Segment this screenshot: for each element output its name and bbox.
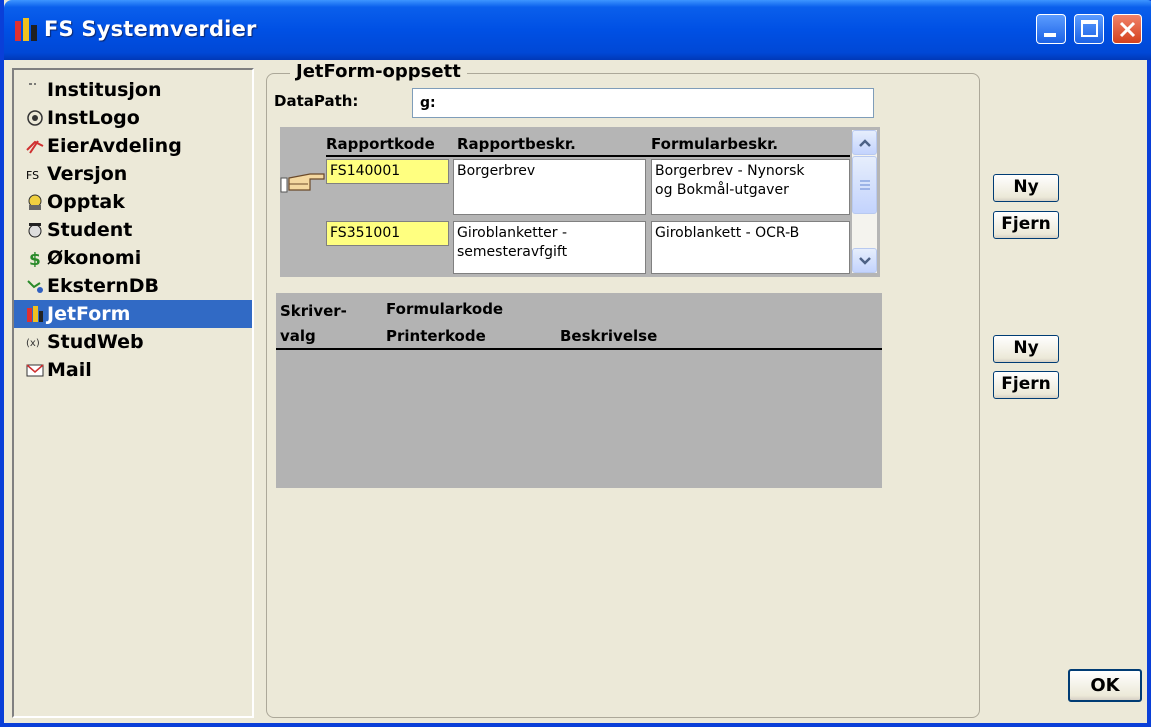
header-formularkode: Formularkode [386,300,504,318]
datapath-value: g: [420,95,436,111]
nav-item-instlogo[interactable]: InstLogo [14,104,252,132]
maximize-button[interactable] [1074,14,1104,44]
svg-text:$: $ [29,250,41,267]
row2-form-line1: Giroblankett - OCR-B [655,225,800,241]
header-formularbeskr: Formularbeskr. [651,135,779,153]
nav-item-studweb[interactable]: (x) StudWeb [14,328,252,356]
nav-label: Mail [47,359,92,381]
maximize-icon [1081,20,1098,37]
studweb-icon: (x) [26,338,40,349]
grip-icon [860,180,870,190]
title-bar[interactable]: FS Systemverdier [4,0,1151,60]
nav-item-jetform[interactable]: JetForm [14,300,252,328]
header-skrivervalg-line1: Skriver- [280,302,347,320]
fjern-printer-button[interactable]: Fjern [993,371,1059,399]
nav-item-versjon[interactable]: FS Versjon [14,160,252,188]
report-scrollbar[interactable] [852,130,877,273]
nav-label: Versjon [47,163,128,185]
nav-label: JetForm [47,303,131,325]
header-rapportbeskr: Rapportbeskr. [457,135,576,153]
row2-desc[interactable]: Giroblanketter - semesteravfgift [453,221,646,274]
datapath-input[interactable]: g: [412,88,874,118]
chevron-down-icon [859,257,871,265]
row2-form[interactable]: Giroblankett - OCR-B [651,221,850,274]
svg-text:FS: FS [26,169,39,182]
nav-label: StudWeb [47,331,144,353]
nav-item-eieravdeling[interactable]: EierAvdeling [14,132,252,160]
version-fs-icon: FS [26,169,39,182]
mail-icon [26,364,44,377]
student-icon [28,223,42,238]
nav-label: EksternDB [47,275,160,297]
window-title: FS Systemverdier [44,17,257,41]
ok-button[interactable]: OK [1068,669,1142,702]
nav-item-eksterndb[interactable]: EksternDB [14,272,252,300]
row1-form-line1: Borgerbrev - Nynorsk [655,163,805,179]
header-skrivervalg-line2: valg [280,327,316,345]
row2-code[interactable]: FS351001 [326,221,449,246]
chevron-up-icon [859,139,871,147]
nav-item-opptak[interactable]: Opptak [14,188,252,216]
department-icon [26,140,44,154]
scroll-up-button[interactable] [852,130,877,155]
header-rapportkode: Rapportkode [326,135,435,153]
nav-label: InstLogo [47,107,140,129]
close-icon [1119,21,1136,38]
nav-label: EierAvdeling [47,135,182,157]
nav-item-student[interactable]: Student [14,216,252,244]
row1-form-line2: og Bokmål-utgaver [655,182,789,198]
ny-printer-button[interactable]: Ny [993,335,1059,363]
printer-header-divider [276,348,882,350]
nav-item-okonomi[interactable]: $ Økonomi [14,244,252,272]
header-beskrivelse: Beskrivelse [560,327,658,345]
row2-desc-line2: semesteravfgift [457,244,568,260]
printer-grid[interactable] [276,293,882,488]
institution-icon [29,83,36,85]
admission-icon [28,194,42,210]
group-title: JetForm-oppsett [290,61,467,82]
external-db-icon [27,280,43,293]
nav-item-institusjon[interactable]: Institusjon [14,76,252,104]
minimize-icon [1044,33,1056,37]
logo-icon [27,110,43,126]
header-printerkode: Printerkode [386,327,486,345]
row2-desc-line1: Giroblanketter - [457,225,568,241]
app-icon [15,18,37,41]
dollar-icon: $ [29,250,41,267]
header-divider [326,155,850,157]
nav-label: Økonomi [47,247,142,269]
jetform-icon [27,306,43,322]
datapath-label: DataPath: [274,92,359,110]
row1-form[interactable]: Borgerbrev - Nynorsk og Bokmål-utgaver [651,159,850,215]
nav-label: Opptak [47,191,125,213]
close-button[interactable] [1112,14,1142,44]
scroll-thumb[interactable] [852,156,877,214]
nav-label: Institusjon [47,79,162,101]
scroll-down-button[interactable] [852,248,877,273]
nav-list[interactable]: Institusjon InstLogo EierAvdeling FS Ver… [12,68,254,718]
svg-text:(x): (x) [26,338,40,349]
application-window: FS Systemverdier Institusjon InstLogo Ei… [0,0,1151,727]
row1-code[interactable]: FS140001 [326,159,449,184]
row1-desc[interactable]: Borgerbrev [453,159,646,215]
current-row-pointer-icon [280,173,325,193]
row1-desc-line1: Borgerbrev [457,163,536,179]
minimize-button[interactable] [1036,14,1066,44]
nav-item-mail[interactable]: Mail [14,356,252,384]
ny-report-button[interactable]: Ny [993,174,1059,202]
nav-label: Student [47,219,133,241]
fjern-report-button[interactable]: Fjern [993,211,1059,239]
